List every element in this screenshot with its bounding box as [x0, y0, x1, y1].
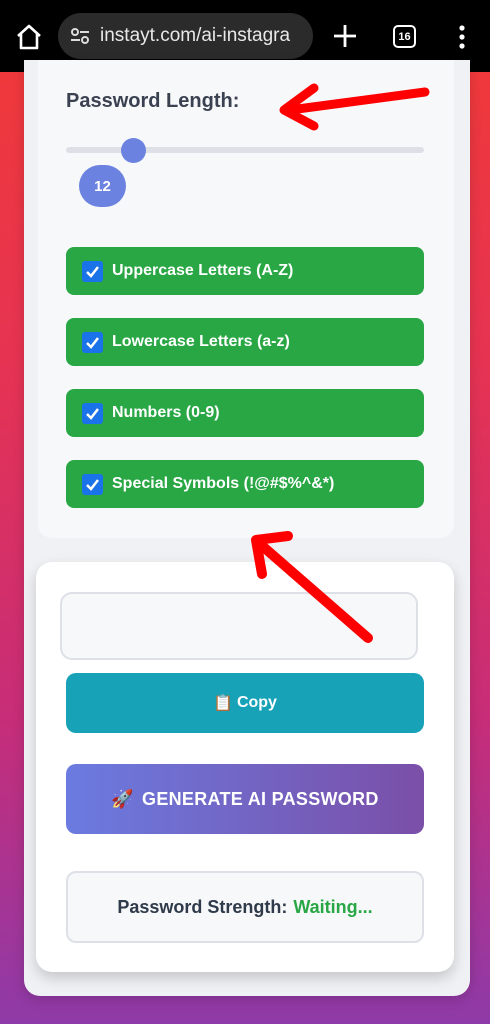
strength-label: Password Strength: [117, 896, 288, 917]
uppercase-checkbox[interactable] [82, 260, 103, 282]
address-bar[interactable]: instayt.com/ai-instagra [58, 13, 313, 59]
option-uppercase[interactable]: Uppercase Letters (A-Z) [66, 247, 424, 295]
clipboard-icon: 📋 [213, 695, 233, 712]
annotation-arrow-icon [251, 531, 373, 643]
copy-button-label: Copy [236, 694, 277, 711]
rocket-icon: 🚀 [111, 788, 135, 809]
lowercase-label: Lowercase Letters (a-z) [112, 333, 290, 350]
tab-switcher-button[interactable]: 16 [393, 25, 416, 48]
generate-button-label: GENERATE AI PASSWORD [142, 788, 379, 809]
password-strength-indicator: Password Strength: Waiting... [66, 871, 424, 943]
password-length-label: Password Length: [66, 90, 240, 112]
option-symbols[interactable]: Special Symbols (!@#$%^&*) [66, 460, 424, 508]
strength-value: Waiting... [293, 896, 373, 917]
site-settings-icon[interactable] [68, 24, 92, 48]
generate-password-button[interactable]: 🚀 GENERATE AI PASSWORD [66, 764, 424, 834]
check-icon [86, 478, 99, 491]
annotation-arrow-icon [279, 83, 430, 131]
copy-button[interactable]: 📋 Copy [66, 673, 424, 733]
length-value-badge: 12 [79, 165, 126, 207]
numbers-checkbox[interactable] [82, 402, 103, 424]
url-text: instayt.com/ai-instagra [100, 25, 291, 46]
more-options-icon[interactable] [452, 24, 472, 50]
check-icon [86, 407, 99, 420]
length-slider-thumb[interactable] [121, 138, 146, 163]
new-tab-icon[interactable] [331, 22, 359, 50]
length-value: 12 [94, 177, 111, 195]
tab-count: 16 [398, 30, 411, 43]
symbols-checkbox[interactable] [82, 473, 103, 495]
numbers-label: Numbers (0-9) [112, 404, 220, 421]
option-lowercase[interactable]: Lowercase Letters (a-z) [66, 318, 424, 366]
check-icon [86, 265, 99, 278]
symbols-label: Special Symbols (!@#$%^&*) [112, 475, 335, 492]
home-icon[interactable] [14, 22, 44, 52]
uppercase-label: Uppercase Letters (A-Z) [112, 262, 294, 279]
lowercase-checkbox[interactable] [82, 331, 103, 353]
length-slider-track[interactable] [66, 147, 424, 153]
check-icon [86, 336, 99, 349]
option-numbers[interactable]: Numbers (0-9) [66, 389, 424, 437]
